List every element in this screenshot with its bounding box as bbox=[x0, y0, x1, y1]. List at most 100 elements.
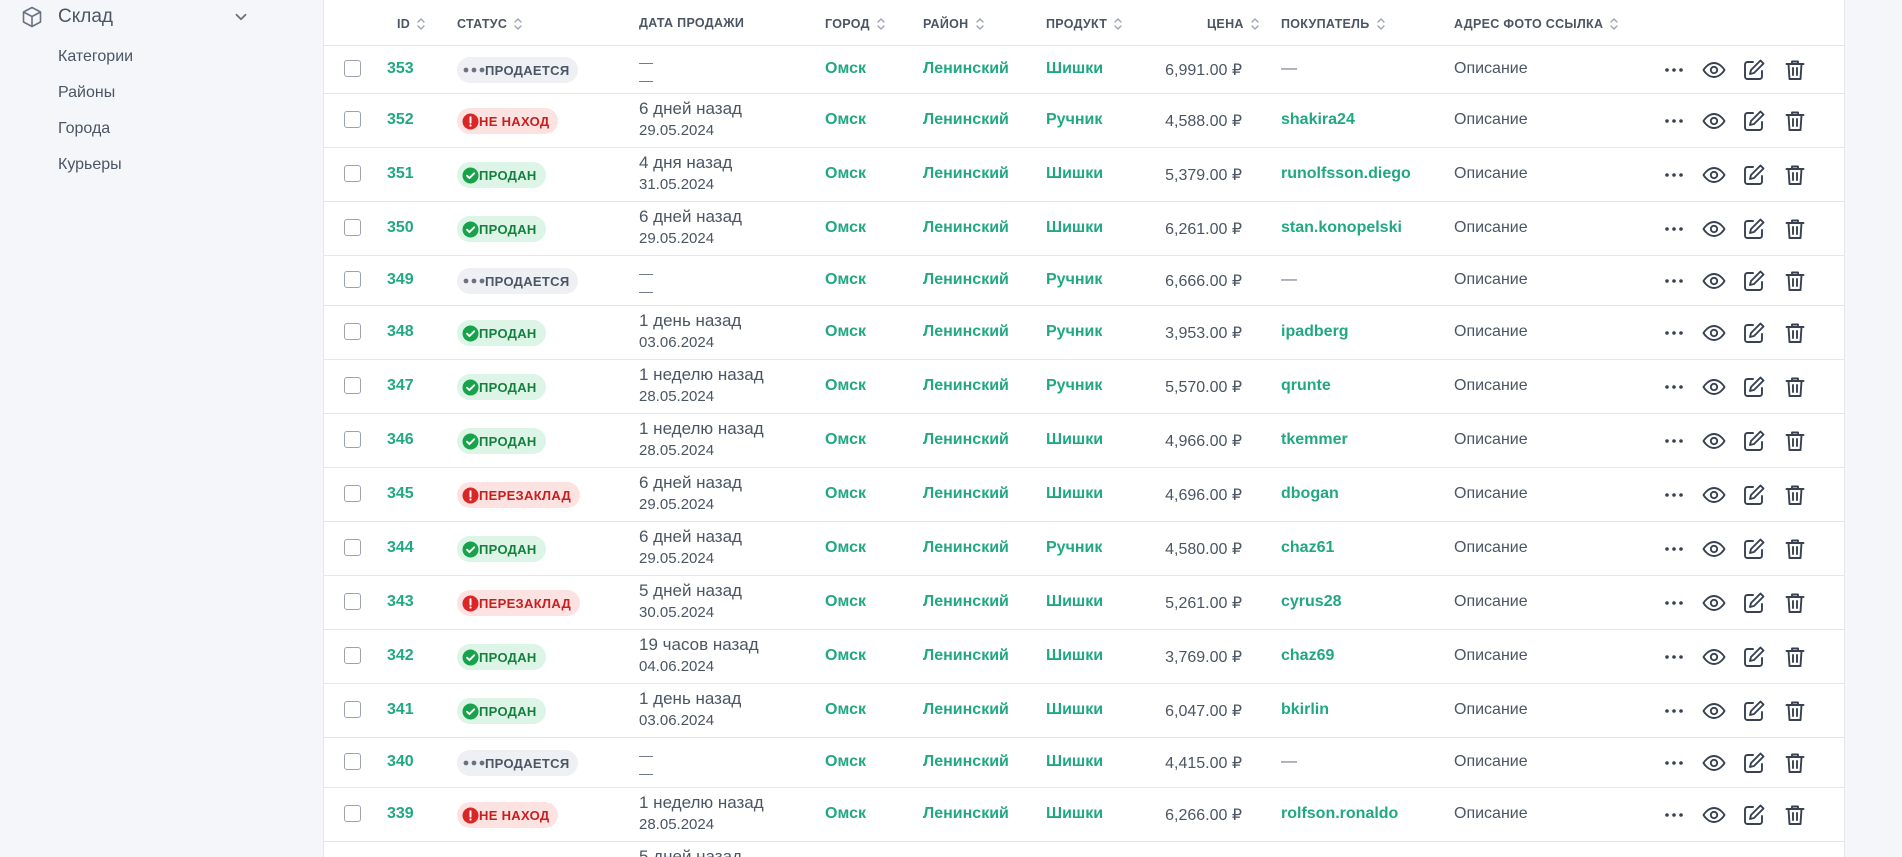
district-link[interactable]: Ленинский bbox=[923, 271, 1009, 289]
trash-icon[interactable] bbox=[1782, 108, 1808, 134]
more-dots-icon[interactable] bbox=[1661, 802, 1687, 828]
more-dots-icon[interactable] bbox=[1661, 162, 1687, 188]
row-checkbox[interactable] bbox=[344, 60, 361, 77]
more-dots-icon[interactable] bbox=[1661, 374, 1687, 400]
trash-icon[interactable] bbox=[1782, 268, 1808, 294]
buyer-link[interactable]: ipadberg bbox=[1281, 323, 1349, 341]
trash-icon[interactable] bbox=[1782, 428, 1808, 454]
product-link[interactable]: Ручник bbox=[1046, 271, 1102, 289]
more-dots-icon[interactable] bbox=[1661, 750, 1687, 776]
row-checkbox[interactable] bbox=[344, 377, 361, 394]
edit-icon[interactable] bbox=[1741, 374, 1767, 400]
city-link[interactable]: Омск bbox=[825, 805, 866, 823]
edit-icon[interactable] bbox=[1741, 482, 1767, 508]
edit-icon[interactable] bbox=[1741, 698, 1767, 724]
buyer-link[interactable]: chaz69 bbox=[1281, 647, 1334, 665]
trash-icon[interactable] bbox=[1782, 698, 1808, 724]
district-link[interactable]: Ленинский bbox=[923, 377, 1009, 395]
trash-icon[interactable] bbox=[1782, 320, 1808, 346]
row-id-link[interactable]: 348 bbox=[387, 323, 414, 341]
row-id-link[interactable]: 340 bbox=[387, 753, 414, 771]
row-checkbox[interactable] bbox=[344, 431, 361, 448]
column-header-address[interactable]: АДРЕС ФОТО ССЫЛКА bbox=[1454, 16, 1619, 32]
edit-icon[interactable] bbox=[1741, 57, 1767, 83]
product-link[interactable]: Шишки bbox=[1046, 485, 1103, 503]
sidebar-item-couriers[interactable]: Курьеры bbox=[58, 153, 133, 189]
eye-icon[interactable] bbox=[1701, 374, 1727, 400]
row-id-link[interactable]: 339 bbox=[387, 805, 414, 823]
row-id-link[interactable]: 351 bbox=[387, 165, 414, 183]
more-dots-icon[interactable] bbox=[1661, 482, 1687, 508]
district-link[interactable]: Ленинский bbox=[923, 111, 1009, 129]
buyer-link[interactable]: bkirlin bbox=[1281, 701, 1329, 719]
row-id-link[interactable]: 349 bbox=[387, 271, 414, 289]
row-checkbox[interactable] bbox=[344, 593, 361, 610]
row-checkbox[interactable] bbox=[344, 111, 361, 128]
product-link[interactable]: Шишки bbox=[1046, 165, 1103, 183]
eye-icon[interactable] bbox=[1701, 536, 1727, 562]
trash-icon[interactable] bbox=[1782, 590, 1808, 616]
product-link[interactable]: Шишки bbox=[1046, 701, 1103, 719]
trash-icon[interactable] bbox=[1782, 162, 1808, 188]
sidebar-section-sklad[interactable]: Склад bbox=[20, 4, 250, 30]
row-checkbox[interactable] bbox=[344, 805, 361, 822]
city-link[interactable]: Омск bbox=[825, 323, 866, 341]
district-link[interactable]: Ленинский bbox=[923, 753, 1009, 771]
buyer-link[interactable]: chaz61 bbox=[1281, 539, 1334, 557]
buyer-link[interactable]: rolfson.ronaldo bbox=[1281, 805, 1398, 823]
district-link[interactable]: Ленинский bbox=[923, 165, 1009, 183]
city-link[interactable]: Омск bbox=[825, 271, 866, 289]
trash-icon[interactable] bbox=[1782, 374, 1808, 400]
product-link[interactable]: Шишки bbox=[1046, 753, 1103, 771]
trash-icon[interactable] bbox=[1782, 802, 1808, 828]
edit-icon[interactable] bbox=[1741, 216, 1767, 242]
city-link[interactable]: Омск bbox=[825, 111, 866, 129]
eye-icon[interactable] bbox=[1701, 162, 1727, 188]
row-id-link[interactable]: 352 bbox=[387, 111, 414, 129]
city-link[interactable]: Омск bbox=[825, 60, 866, 78]
sidebar-item-cities[interactable]: Города bbox=[58, 117, 133, 153]
district-link[interactable]: Ленинский bbox=[923, 219, 1009, 237]
more-dots-icon[interactable] bbox=[1661, 57, 1687, 83]
district-link[interactable]: Ленинский bbox=[923, 805, 1009, 823]
column-header-district[interactable]: РАЙОН bbox=[923, 16, 985, 32]
edit-icon[interactable] bbox=[1741, 536, 1767, 562]
row-id-link[interactable]: 345 bbox=[387, 485, 414, 503]
sidebar-item-categories[interactable]: Категории bbox=[58, 45, 133, 81]
eye-icon[interactable] bbox=[1701, 482, 1727, 508]
more-dots-icon[interactable] bbox=[1661, 698, 1687, 724]
district-link[interactable]: Ленинский bbox=[923, 323, 1009, 341]
more-dots-icon[interactable] bbox=[1661, 320, 1687, 346]
row-id-link[interactable]: 341 bbox=[387, 701, 414, 719]
row-checkbox[interactable] bbox=[344, 701, 361, 718]
trash-icon[interactable] bbox=[1782, 644, 1808, 670]
column-header-status[interactable]: СТАТУС bbox=[457, 16, 523, 32]
eye-icon[interactable] bbox=[1701, 108, 1727, 134]
district-link[interactable]: Ленинский bbox=[923, 539, 1009, 557]
eye-icon[interactable] bbox=[1701, 268, 1727, 294]
buyer-link[interactable]: tkemmer bbox=[1281, 431, 1348, 449]
city-link[interactable]: Омск bbox=[825, 165, 866, 183]
eye-icon[interactable] bbox=[1701, 750, 1727, 776]
column-header-date[interactable]: ДАТА ПРОДАЖИ bbox=[639, 16, 744, 30]
product-link[interactable]: Шишки bbox=[1046, 805, 1103, 823]
edit-icon[interactable] bbox=[1741, 590, 1767, 616]
buyer-link[interactable]: qrunte bbox=[1281, 377, 1331, 395]
row-checkbox[interactable] bbox=[344, 271, 361, 288]
more-dots-icon[interactable] bbox=[1661, 216, 1687, 242]
row-id-link[interactable]: 342 bbox=[387, 647, 414, 665]
row-checkbox[interactable] bbox=[344, 323, 361, 340]
row-id-link[interactable]: 346 bbox=[387, 431, 414, 449]
city-link[interactable]: Омск bbox=[825, 431, 866, 449]
city-link[interactable]: Омск bbox=[825, 647, 866, 665]
eye-icon[interactable] bbox=[1701, 320, 1727, 346]
more-dots-icon[interactable] bbox=[1661, 644, 1687, 670]
edit-icon[interactable] bbox=[1741, 802, 1767, 828]
column-header-city[interactable]: ГОРОД bbox=[825, 16, 886, 32]
eye-icon[interactable] bbox=[1701, 802, 1727, 828]
city-link[interactable]: Омск bbox=[825, 377, 866, 395]
more-dots-icon[interactable] bbox=[1661, 536, 1687, 562]
product-link[interactable]: Ручник bbox=[1046, 377, 1102, 395]
product-link[interactable]: Ручник bbox=[1046, 323, 1102, 341]
city-link[interactable]: Омск bbox=[825, 593, 866, 611]
